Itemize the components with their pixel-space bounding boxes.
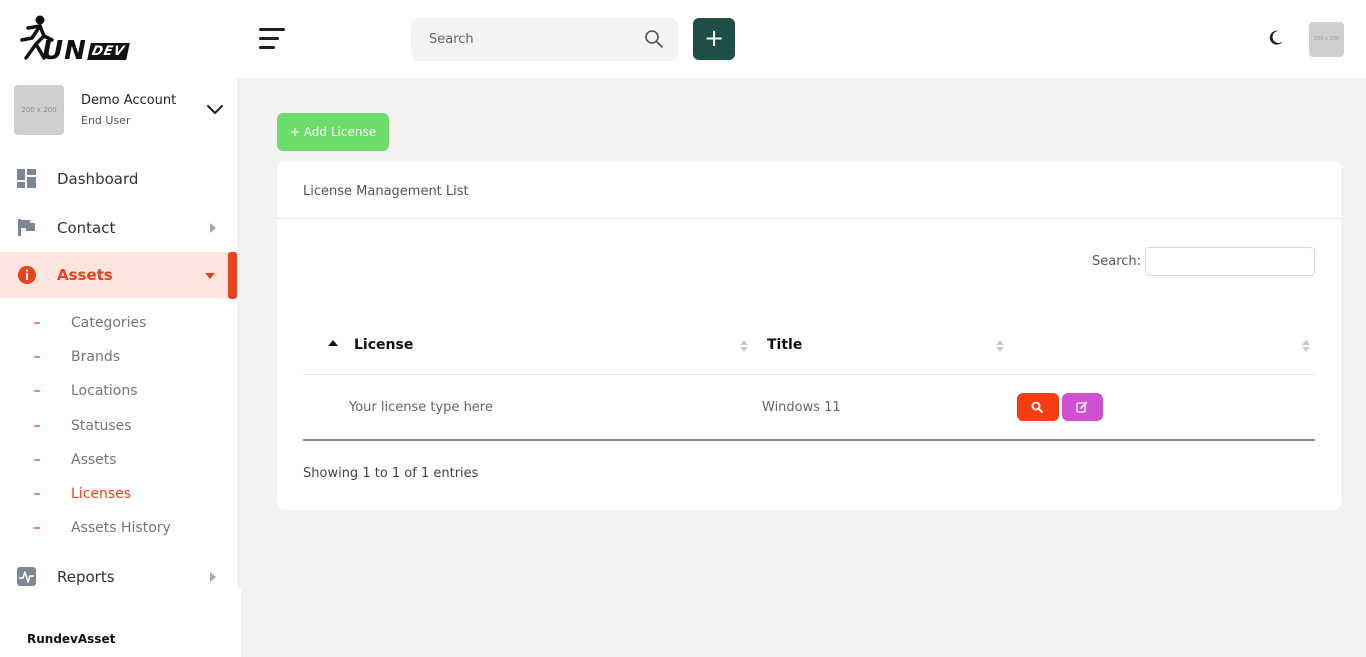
sidebar-item-label: Assets: [57, 266, 113, 284]
table-search-label: Search:: [1092, 254, 1142, 269]
sidebar-item-dashboard[interactable]: Dashboard: [0, 156, 237, 202]
cell-title: Windows 11: [762, 400, 841, 415]
view-button[interactable]: [1017, 393, 1059, 421]
top-bar: UNDEV + 200 x 200: [0, 0, 1366, 78]
sidebar-footer: RundevAsset: [0, 588, 241, 657]
logo-wordmark: UN DEV: [42, 36, 130, 66]
card-title: License Management List: [303, 184, 469, 199]
sidebar-subitem-brands[interactable]: Brands: [0, 343, 237, 371]
sidebar: 200 x 200 Demo Account End User Dashboar…: [0, 78, 237, 588]
sidebar-subitem-label: Locations: [71, 383, 138, 399]
rundev-logo[interactable]: UN DEV: [18, 14, 140, 66]
sidebar-subitem-assets-history[interactable]: Assets History: [0, 514, 237, 542]
dash-icon: [34, 459, 40, 461]
sidebar-item-label: Dashboard: [57, 170, 139, 188]
dashboard-icon: [17, 169, 36, 188]
divider: [303, 374, 1315, 375]
sidebar-subitem-licenses[interactable]: Licenses: [0, 480, 237, 508]
activity-chart-icon: [17, 567, 36, 586]
account-role: End User: [81, 114, 131, 127]
active-indicator: [228, 252, 237, 299]
edit-button[interactable]: [1062, 393, 1103, 421]
cell-license: Your license type here: [349, 400, 493, 415]
logo-main-text: UN: [42, 36, 87, 66]
chevron-down-icon[interactable]: [206, 101, 224, 119]
sidebar-subitem-label: Statuses: [71, 418, 132, 434]
search-icon[interactable]: [644, 29, 664, 49]
sidebar-subitem-label: Licenses: [71, 486, 132, 502]
account-avatar-placeholder: 200 x 200: [21, 106, 57, 114]
dash-icon: [34, 425, 40, 427]
license-card: License Management List Search: License …: [277, 161, 1341, 510]
sidebar-subitem-label: Brands: [71, 349, 120, 365]
sidebar-item-label: Reports: [57, 568, 115, 586]
add-license-button[interactable]: + Add License: [277, 113, 389, 151]
sidebar-subitem-label: Assets: [71, 452, 117, 468]
sort-asc-icon[interactable]: [327, 339, 339, 347]
dash-icon: [34, 322, 40, 324]
avatar-placeholder-text: 200 x 200: [1313, 36, 1340, 42]
menu-toggle-icon[interactable]: [259, 28, 285, 50]
plus-icon: +: [703, 24, 725, 52]
sort-icon[interactable]: [995, 338, 1005, 354]
sidebar-subitem-label: Assets History: [71, 520, 171, 536]
table-info: Showing 1 to 1 of 1 entries: [303, 466, 479, 481]
dash-icon: [34, 527, 40, 529]
table-search-input[interactable]: [1145, 247, 1315, 276]
search-icon: [1031, 401, 1043, 413]
sidebar-item-contact[interactable]: Contact: [0, 205, 237, 251]
sidebar-item-assets[interactable]: Assets: [0, 252, 237, 299]
sort-icon[interactable]: [739, 338, 749, 354]
chevron-right-icon: [210, 223, 216, 233]
search-input[interactable]: [411, 18, 641, 61]
chevron-right-icon: [210, 572, 216, 582]
sidebar-subitem-assets[interactable]: Assets: [0, 446, 237, 474]
user-avatar[interactable]: 200 x 200: [1309, 22, 1344, 57]
dash-icon: [34, 493, 40, 495]
account-name: Demo Account: [81, 93, 177, 108]
account-switcher[interactable]: 200 x 200 Demo Account End User: [14, 85, 229, 135]
dash-icon: [34, 356, 40, 358]
account-avatar: 200 x 200: [14, 85, 64, 135]
sidebar-subitem-categories[interactable]: Categories: [0, 309, 237, 337]
sort-icon[interactable]: [1301, 338, 1311, 354]
logo-dev-text: DEV: [87, 43, 130, 60]
info-circle-icon: [18, 266, 36, 284]
dark-mode-moon-icon[interactable]: [1266, 28, 1286, 48]
sidebar-item-label: Contact: [57, 219, 116, 237]
sidebar-subitem-statuses[interactable]: Statuses: [0, 412, 237, 440]
table-bottom-border: [303, 439, 1315, 441]
dash-icon: [34, 390, 40, 392]
column-header-title[interactable]: Title: [767, 337, 802, 353]
sidebar-subitem-label: Categories: [71, 315, 147, 331]
sidebar-subitem-locations[interactable]: Locations: [0, 377, 237, 405]
column-header-license[interactable]: License: [354, 337, 413, 353]
top-search: [411, 18, 678, 61]
footer-brand: RundevAsset: [27, 632, 116, 646]
flag-icon: [18, 219, 35, 236]
quick-add-button[interactable]: +: [693, 18, 735, 60]
edit-icon: [1076, 401, 1088, 413]
caret-down-icon: [205, 273, 215, 279]
divider: [277, 218, 1341, 219]
